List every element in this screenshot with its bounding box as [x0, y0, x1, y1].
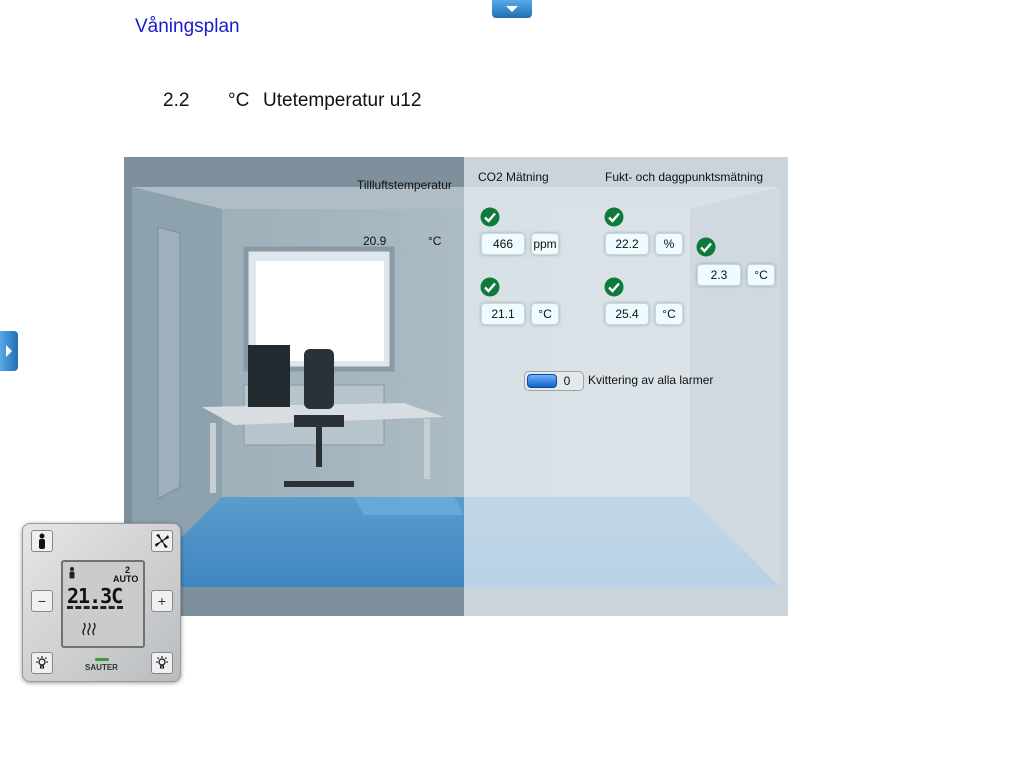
outside-temp-label: Utetemperatur u12 — [263, 90, 422, 111]
alarm-ack-label: Kvittering av alla larmer — [588, 373, 714, 387]
humidity-value: 22.2 — [605, 233, 649, 255]
outside-temp-unit: °C — [228, 90, 250, 111]
dewpoint-unit: °C — [655, 303, 683, 325]
display-mode: AUTO — [113, 574, 139, 584]
room-temp-unit: °C — [531, 303, 559, 325]
supply-air-unit: °C — [428, 234, 442, 248]
dewpoint-value: 25.4 — [605, 303, 649, 325]
minus-icon: − — [37, 593, 47, 609]
fan-button[interactable] — [151, 530, 173, 552]
display-person-icon — [69, 567, 75, 579]
co2-label: CO2 Mätning — [478, 170, 549, 184]
room-temp-value: 21.1 — [481, 303, 525, 325]
co2-value: 466 — [481, 233, 525, 255]
outside-temp-value: 2.2 — [163, 90, 190, 111]
co2-unit: ppm — [531, 233, 559, 255]
fan-icon — [155, 534, 169, 548]
plus-button[interactable]: + — [151, 590, 173, 612]
side-panel-tab[interactable] — [0, 331, 18, 371]
extra-value: 2.3 — [697, 264, 741, 286]
floorplan-link[interactable]: Våningsplan — [135, 16, 240, 38]
extra-status-check-icon — [696, 237, 716, 257]
room-scene: Tillluftstemperatur 20.9 °C CO2 Mätning … — [124, 157, 788, 616]
status-led — [95, 658, 109, 661]
co2-status-check-icon — [480, 207, 500, 227]
humidity-unit: % — [655, 233, 683, 255]
extra-unit: °C — [747, 264, 775, 286]
alarm-ack-toggle[interactable]: 0 — [524, 371, 584, 391]
thermostat-display: 2 AUTO 21.3C — [61, 560, 145, 648]
heating-icon — [82, 622, 96, 636]
chevron-right-icon — [6, 345, 12, 357]
plus-icon: + — [157, 593, 167, 609]
person-icon — [39, 533, 45, 549]
supply-air-value: 20.9 — [363, 234, 387, 248]
alarm-ack-count: 0 — [563, 374, 571, 388]
presence-button[interactable] — [31, 530, 53, 552]
humidity-status-check-icon — [604, 207, 624, 227]
thermostat-brand: SAUTER — [85, 663, 118, 672]
alarm-ack-knob — [527, 374, 557, 388]
display-temperature: 21.3C — [67, 584, 123, 608]
minus-button[interactable]: − — [31, 590, 53, 612]
dewpoint-status-check-icon — [604, 277, 624, 297]
supply-air-label: Tillluftstemperatur — [357, 178, 452, 192]
dropdown-button[interactable] — [492, 0, 532, 18]
room-thermostat: − + 2 AUTO 21.3C SAUTER — [22, 523, 181, 682]
humidity-label: Fukt- och daggpunktsmätning — [605, 170, 764, 184]
display-dashes — [67, 606, 123, 609]
room-temp-status-check-icon — [480, 277, 500, 297]
chevron-down-icon — [506, 6, 518, 12]
